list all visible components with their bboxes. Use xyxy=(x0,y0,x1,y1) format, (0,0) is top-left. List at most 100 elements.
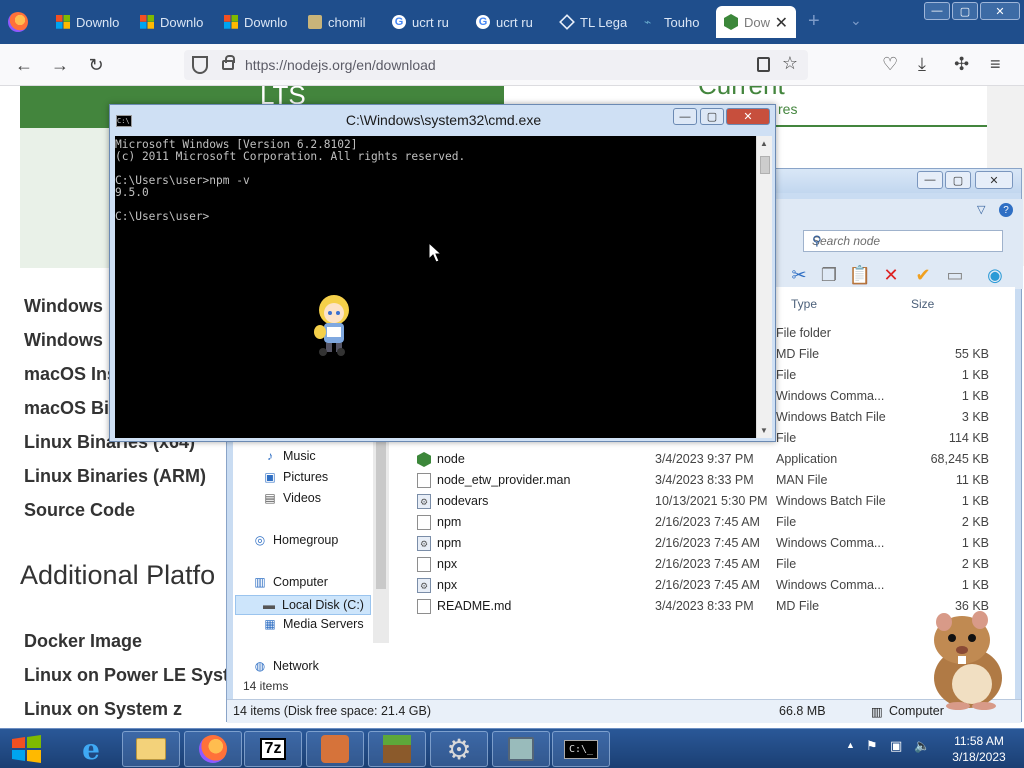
cmd-maximize-button[interactable]: ▢ xyxy=(700,108,724,125)
anime-girl-mascot[interactable] xyxy=(310,292,356,358)
download-link[interactable]: Windows I xyxy=(24,296,113,317)
file-type: MD File xyxy=(776,599,820,613)
copy-icon[interactable]: ❐ xyxy=(817,263,841,287)
globe-icon[interactable]: ◉ xyxy=(983,263,1007,287)
nav-item-network[interactable]: ◍ Network xyxy=(253,659,319,673)
cut-icon[interactable]: ✂ xyxy=(787,263,811,287)
pocket-icon[interactable]: ♡ xyxy=(882,54,898,75)
minimize-button[interactable]: — xyxy=(924,2,950,20)
url-bar[interactable]: https://nodejs.org/en/download ☆ xyxy=(184,50,808,80)
platform-link[interactable]: Linux on System z xyxy=(24,699,182,720)
browser-tab[interactable]: Downlo xyxy=(132,6,214,38)
file-row[interactable]: ⚙ nodevars 10/13/2021 5:30 PM Windows Batch… xyxy=(413,491,1011,512)
7zip-icon[interactable]: 7z xyxy=(244,731,302,767)
url-text[interactable]: https://nodejs.org/en/download xyxy=(245,57,436,73)
nav-item-label: Local Disk (C:) xyxy=(282,598,364,612)
explorer-close-button[interactable]: ✕ xyxy=(975,171,1013,189)
close-button[interactable]: ✕ xyxy=(980,2,1020,20)
tab-label: chomil xyxy=(328,14,366,30)
browser-tab[interactable]: TL Lega xyxy=(552,6,634,38)
platform-link[interactable]: Docker Image xyxy=(24,631,142,652)
cmd-console[interactable]: Microsoft Windows [Version 6.2.8102] (c)… xyxy=(115,136,756,438)
windows-start-icon[interactable] xyxy=(8,733,46,765)
touhou-game-icon[interactable] xyxy=(306,731,364,767)
explorer-minimize-button[interactable]: — xyxy=(917,171,943,189)
browser-tab[interactable]: G ucrt ru xyxy=(468,6,550,38)
browser-tab[interactable]: Downlo xyxy=(48,6,130,38)
browser-tab[interactable]: ⌁ Touho xyxy=(636,6,718,38)
chevron-down-icon[interactable]: ⌄ xyxy=(850,12,862,29)
new-tab-button[interactable]: + xyxy=(808,10,820,33)
flag-icon[interactable]: ⚑ xyxy=(866,738,878,754)
download-link[interactable]: Source Code xyxy=(24,500,135,521)
file-row[interactable]: node 3/4/2023 9:37 PM Application 68,245 KB xyxy=(413,449,1011,470)
download-link[interactable]: Linux Binaries (ARM) xyxy=(24,466,206,487)
explorer-maximize-button[interactable]: ▢ xyxy=(945,171,971,189)
nav-item-media-servers[interactable]: ▦ Media Servers xyxy=(263,617,363,631)
file-explorer-icon[interactable] xyxy=(122,731,180,767)
column-header-size[interactable]: Size xyxy=(911,297,934,311)
scroll-up-arrow-icon[interactable]: ▲ xyxy=(760,139,768,148)
cmd-icon[interactable]: C:\_ xyxy=(552,731,610,767)
reader-view-icon[interactable] xyxy=(757,57,770,72)
hamster-mascot[interactable] xyxy=(918,604,1014,710)
network-tool-icon[interactable] xyxy=(492,731,550,767)
clock[interactable]: 11:58 AM 3/18/2023 xyxy=(944,733,1014,765)
tracking-shield-icon[interactable] xyxy=(192,56,208,74)
firefox-icon[interactable] xyxy=(184,731,242,767)
maximize-button[interactable]: ▢ xyxy=(952,2,978,20)
file-row[interactable]: npx 2/16/2023 7:45 AM File 2 KB xyxy=(413,554,1011,575)
network-status-icon[interactable]: ▣ xyxy=(890,738,902,754)
download-link[interactable]: Windows I xyxy=(24,330,113,351)
nav-item-local-disk[interactable]: ▬ Local Disk (C:) xyxy=(235,595,371,615)
search-input[interactable]: Search node ⚲ xyxy=(803,230,1003,252)
extensions-icon[interactable]: ✣ xyxy=(954,54,969,75)
back-arrow-icon[interactable]: ← xyxy=(12,53,36,77)
nav-item-videos[interactable]: ▤ Videos xyxy=(263,491,321,505)
firefox-logo-icon[interactable] xyxy=(8,12,28,32)
file-row[interactable]: ⚙ npm 2/16/2023 7:45 AM Windows Comma... 1 K… xyxy=(413,533,1011,554)
cmd-close-button[interactable]: ✕ xyxy=(726,108,770,125)
nav-item-music[interactable]: ♪ Music xyxy=(263,449,316,463)
search-icon[interactable]: ⚲ xyxy=(812,233,996,249)
menu-icon[interactable]: ≡ xyxy=(990,54,1001,75)
delete-icon[interactable]: ✕ xyxy=(879,263,903,287)
download-link[interactable]: macOS Bin xyxy=(24,398,120,419)
browser-tab[interactable]: chomil xyxy=(300,6,382,38)
file-row[interactable]: ⚙ npx 2/16/2023 7:45 AM Windows Comma... 1 K… xyxy=(413,575,1011,596)
cmd-scrollbar[interactable]: ▲ ▼ xyxy=(756,136,772,438)
minecraft-icon[interactable] xyxy=(368,731,426,767)
browser-tab[interactable]: G ucrt ru xyxy=(384,6,466,38)
browser-tab[interactable]: Downlo xyxy=(216,6,298,38)
browser-tab-active[interactable]: Dow ✕ xyxy=(716,6,796,38)
ribbon-expand-chevron-icon[interactable]: ▽ xyxy=(977,203,985,216)
cmd-minimize-button[interactable]: — xyxy=(673,108,697,125)
column-header-type[interactable]: Type xyxy=(791,297,817,311)
bookmark-star-icon[interactable]: ☆ xyxy=(782,53,798,74)
downloads-icon[interactable]: ⤓ xyxy=(918,54,926,75)
volume-icon[interactable]: 🔈 xyxy=(914,738,930,754)
chomil-icon xyxy=(308,15,322,29)
platform-link[interactable]: Linux on Power LE Syste xyxy=(24,665,239,686)
scroll-thumb[interactable] xyxy=(760,156,770,174)
forward-arrow-icon[interactable]: → xyxy=(48,53,72,77)
download-link[interactable]: macOS Ins xyxy=(24,364,117,385)
scroll-down-arrow-icon[interactable]: ▼ xyxy=(760,426,768,435)
file-row[interactable]: npm 2/16/2023 7:45 AM File 2 KB xyxy=(413,512,1011,533)
nav-item-pictures[interactable]: ▣ Pictures xyxy=(263,470,328,484)
file-row[interactable]: node_etw_provider.man 3/4/2023 8:33 PM MAN… xyxy=(413,470,1011,491)
gear-settings-icon[interactable]: ⚙ xyxy=(430,731,488,767)
reload-icon[interactable]: ↻ xyxy=(84,53,108,77)
internet-explorer-icon[interactable]: e xyxy=(62,731,120,767)
paste-icon[interactable]: 📋 xyxy=(848,263,872,287)
current-label[interactable]: Current xyxy=(698,86,785,101)
close-tab-icon[interactable]: ✕ xyxy=(775,13,788,33)
check-icon[interactable]: ✔ xyxy=(911,263,935,287)
cmd-titlebar[interactable]: C:\ C:\Windows\system32\cmd.exe — ▢ ✕ xyxy=(110,105,775,135)
nav-item-homegroup[interactable]: ◎ Homegroup xyxy=(253,533,339,547)
lock-icon[interactable] xyxy=(222,55,235,70)
tray-expand-icon[interactable]: ▲ xyxy=(846,740,855,750)
help-icon[interactable]: ? xyxy=(999,203,1013,217)
nav-item-computer[interactable]: ▥ Computer xyxy=(253,575,328,589)
rename-icon[interactable]: ▭ xyxy=(943,263,967,287)
